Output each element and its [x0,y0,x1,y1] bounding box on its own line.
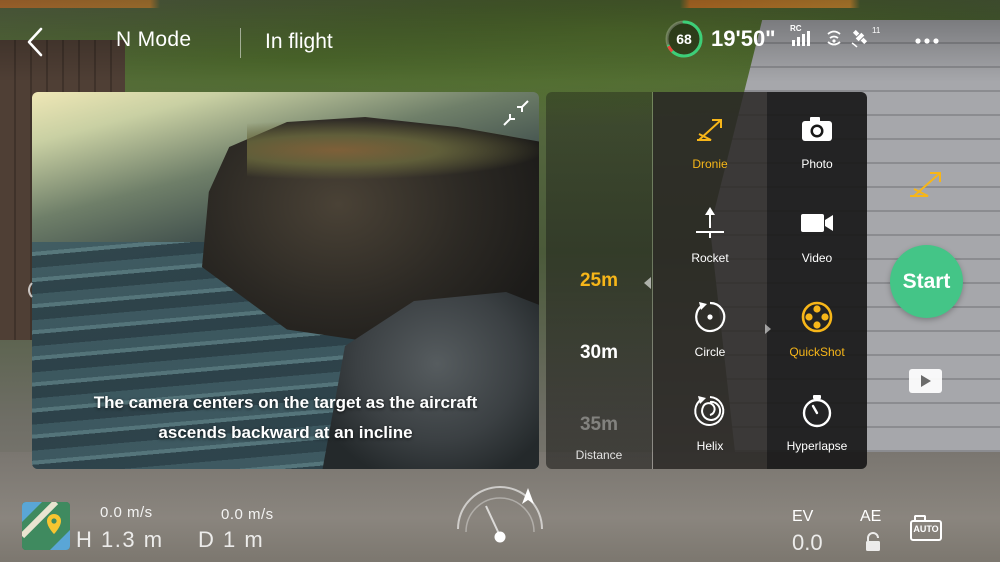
quickshot-helix-label: Helix [696,439,724,453]
flight-status-label: In flight [265,30,333,53]
video-signal-icon[interactable] [826,28,842,48]
quickshot-panel: 25m 30m 35m Distance Dronie Rocket Circl… [546,92,867,469]
map-icon [22,502,70,550]
playback-button[interactable] [909,369,942,393]
quickshot-dronie-label: Dronie [692,157,728,171]
remaining-flight-time: 19'50" [711,26,776,51]
camera-mode-video-label: Video [801,251,833,265]
quickshot-dronie[interactable]: Dronie [653,92,767,186]
start-button[interactable]: Start [890,245,963,318]
vertical-speed: 0.0 m/s [100,504,153,521]
height-readout: H 1.3 m [76,527,164,552]
circle-icon [695,301,726,333]
topbar-divider [240,28,241,58]
camera-mode-hyperlapse[interactable]: Hyperlapse [767,374,867,468]
top-bar: N Mode In flight 68 19'50" RC 11 [0,0,1000,82]
battery-percent[interactable]: 68 [664,19,704,59]
preview-cliff-top [247,120,539,180]
description-line-1: The camera centers on the target as the … [93,393,478,412]
distance-option-30m[interactable]: 30m [546,342,652,364]
camera-mode-hyperlapse-label: Hyperlapse [786,439,848,453]
quickshot-description: The camera centers on the target as the … [42,388,529,448]
distance-caret-icon [644,277,651,289]
map-button[interactable] [22,502,70,550]
dronie-shortcut-icon[interactable] [906,165,946,201]
quickshot-reel-icon [801,301,833,333]
stopwatch-icon [802,395,832,428]
flight-mode-label[interactable]: N Mode [116,28,191,52]
camera-mode-list: Photo Video QuickShot Hyperlapse [767,92,867,469]
rc-signal-icon[interactable] [790,26,818,48]
camera-mode-caret-icon [765,324,771,334]
dronie-icon [697,119,722,141]
chevron-left-icon [27,27,43,57]
camera-mode-quickshot-label: QuickShot [789,345,845,359]
distance-option-35m[interactable]: 35m [546,414,652,436]
gps-satellite-count: 11 [872,26,881,35]
camera-icon [802,117,832,141]
distance-selector[interactable]: 25m 30m 35m Distance [546,92,652,469]
side-panel-handle-icon[interactable] [24,280,34,300]
camera-mode-quickshot[interactable]: QuickShot [767,280,867,374]
camera-auto-button[interactable]: AUTO [910,515,942,541]
quickshot-circle-label: Circle [694,345,726,359]
video-camera-icon [801,214,833,232]
distance-readout: D 1 m [198,527,265,552]
quickshot-type-list: Dronie Rocket Circle Helix [653,92,767,469]
description-line-2: ascends backward at an incline [158,423,413,442]
rocket-icon [696,207,724,238]
auto-label: AUTO [913,524,939,534]
back-button[interactable] [22,24,52,60]
quickshot-preview: The camera centers on the target as the … [32,92,539,469]
distance-label: Distance [575,448,623,462]
horizontal-speed: 0.0 m/s [221,506,274,523]
collapse-icon[interactable] [501,98,531,128]
camera-mode-photo-label: Photo [801,157,833,171]
quickshot-rocket[interactable]: Rocket [653,186,767,280]
ae-label: AE [860,508,882,525]
play-icon [921,375,931,387]
quickshot-circle[interactable]: Circle [653,280,767,374]
ae-lock-icon[interactable] [864,532,882,552]
helix-icon [694,396,725,426]
ev-value[interactable]: 0.0 [792,530,823,556]
more-icon[interactable] [912,30,942,50]
gps-satellite-icon[interactable] [849,26,871,48]
camera-mode-photo[interactable]: Photo [767,92,867,186]
quickshot-rocket-label: Rocket [691,251,729,265]
attitude-compass-icon [457,486,543,543]
distance-option-25m[interactable]: 25m [546,270,652,292]
camera-mode-video[interactable]: Video [767,186,867,280]
quickshot-helix[interactable]: Helix [653,374,767,468]
ev-label: EV [792,508,814,525]
